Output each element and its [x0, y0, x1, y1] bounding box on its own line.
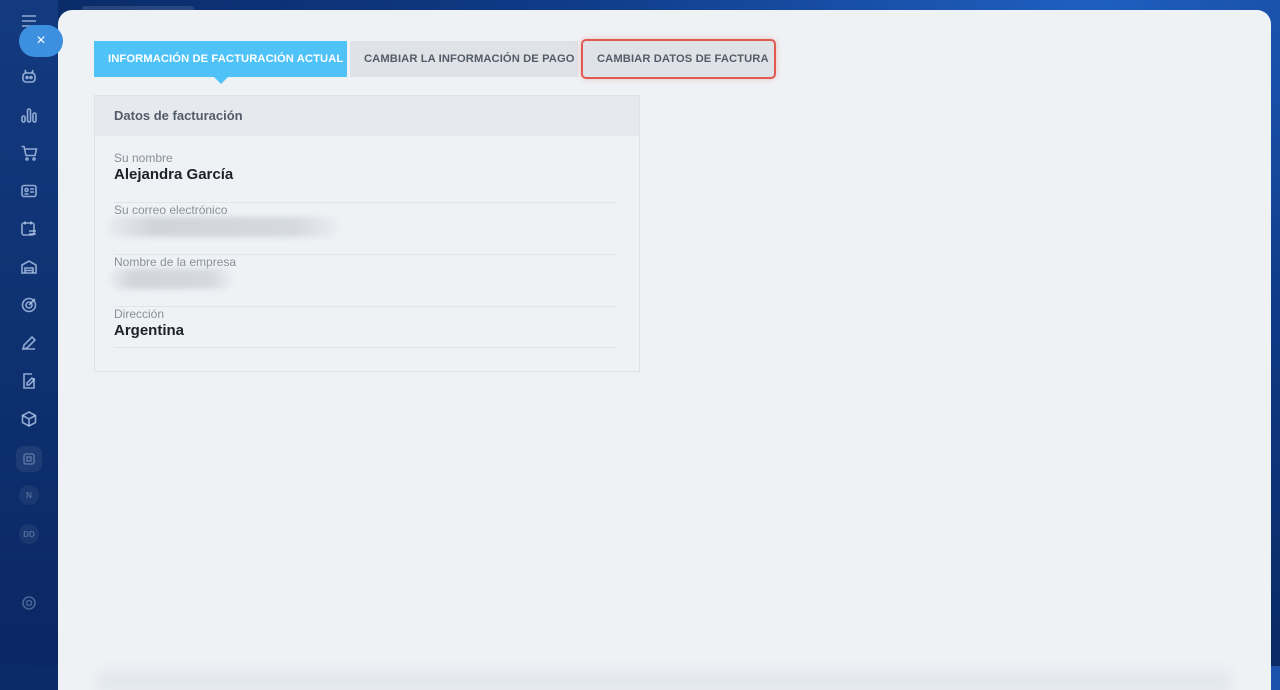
field-email: Su correo electrónico: [108, 203, 616, 255]
field-company: Nombre de la empresa: [110, 255, 616, 307]
settings-icon[interactable]: [18, 592, 40, 614]
close-button[interactable]: ×: [19, 25, 63, 57]
app-grid-icon[interactable]: [16, 446, 42, 472]
document-edit-icon[interactable]: [18, 370, 40, 392]
tab-change-payment-info[interactable]: CAMBIAR LA INFORMACIÓN DE PAGO: [350, 41, 578, 77]
warehouse-icon[interactable]: [18, 256, 40, 278]
billing-data-card: Datos de facturación Su nombre Alejandra…: [94, 95, 640, 372]
analytics-icon[interactable]: [18, 104, 40, 126]
field-label: Su correo electrónico: [114, 203, 228, 217]
target-icon[interactable]: [18, 294, 40, 316]
bottom-shadow: [98, 664, 1231, 690]
calendar-list-icon[interactable]: [18, 218, 40, 240]
app-sidebar: N DD: [0, 0, 58, 666]
field-label: Nombre de la empresa: [114, 255, 237, 269]
redacted-company: [110, 269, 232, 289]
robot-icon[interactable]: [18, 65, 40, 87]
redacted-email: [108, 217, 338, 237]
field-value: Alejandra García: [114, 166, 234, 183]
cart-icon[interactable]: [18, 142, 40, 164]
tab-highlight-frame: [581, 39, 776, 79]
pen-icon[interactable]: [18, 332, 40, 354]
contact-card-icon[interactable]: [18, 180, 40, 202]
field-label: Dirección: [114, 307, 165, 321]
user-avatar-n[interactable]: N: [19, 485, 39, 505]
user-avatar-dd[interactable]: DD: [19, 524, 39, 544]
field-value: Argentina: [114, 322, 185, 339]
box-icon[interactable]: [18, 408, 40, 430]
card-title: Datos de facturación: [95, 96, 639, 136]
tab-current-billing-info[interactable]: INFORMACIÓN DE FACTURACIÓN ACTUAL: [94, 41, 347, 84]
field-label: Su nombre: [114, 151, 173, 165]
billing-panel: INFORMACIÓN DE FACTURACIÓN ACTUAL CAMBIA…: [58, 10, 1271, 690]
field-address: Dirección Argentina: [114, 307, 616, 348]
close-icon: ×: [36, 32, 46, 49]
field-name: Su nombre Alejandra García: [114, 151, 616, 203]
